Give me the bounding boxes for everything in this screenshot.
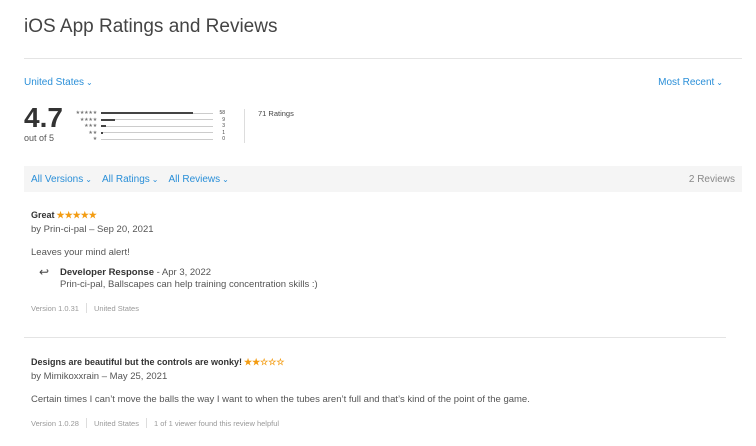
- average-rating: 4.7 out of 5: [24, 102, 63, 144]
- review-byline: by Mimikoxxrain – May 25, 2021: [31, 371, 168, 382]
- histogram-fill: [101, 131, 103, 134]
- histogram-stars: ★★★★: [79, 116, 97, 123]
- histogram-fill: [101, 112, 193, 114]
- review-title-row: Designs are beautiful but the controls a…: [31, 357, 726, 368]
- chevron-down-icon: ⌄: [85, 174, 92, 184]
- review-count: 2 Reviews: [688, 173, 735, 185]
- chevron-down-icon: ⌄: [151, 174, 159, 184]
- histogram-count: 58: [219, 110, 225, 116]
- sort-select[interactable]: Most Recent ⌄: [658, 77, 723, 88]
- histogram-count: 1: [222, 129, 225, 136]
- page-title: iOS App Ratings and Reviews: [24, 16, 278, 37]
- histogram-stars: ★★: [88, 129, 97, 136]
- histogram-row: ★★★ 3: [65, 123, 225, 129]
- filter-ratings[interactable]: All Ratings ⌄: [102, 174, 159, 185]
- meta-separator: [85, 303, 87, 313]
- histogram-bar: [101, 131, 213, 134]
- histogram-count: 0: [222, 136, 225, 142]
- developer-response-label: Developer Response: [60, 267, 154, 278]
- country-select-label: United States: [24, 77, 85, 88]
- filter-versions[interactable]: All Versions ⌄: [31, 174, 92, 185]
- developer-response-date: - Apr 3, 2022: [153, 267, 212, 278]
- filter-reviews[interactable]: All Reviews ⌄: [168, 174, 228, 185]
- review-title: Designs are beautiful but the controls a…: [31, 357, 243, 367]
- rating-histogram: ★★★★★ 58 ★★★★ 9 ★★★ 3 ★★ 1 ★ 0: [65, 110, 225, 143]
- chevron-down-icon: ⌄: [222, 174, 229, 184]
- review-title: Great: [31, 210, 55, 220]
- developer-response-header: Developer Response - Apr 3, 2022: [60, 267, 726, 278]
- filter-reviews-label: All Reviews: [168, 173, 221, 185]
- histogram-stars: ★: [92, 136, 97, 142]
- histogram-bar: [101, 138, 213, 140]
- review-country: United States: [93, 303, 139, 313]
- review-country: United States: [93, 418, 139, 428]
- meta-separator: [145, 418, 147, 428]
- review-version: Version 1.0.28: [31, 418, 79, 428]
- histogram-row: ★ 0: [65, 136, 225, 142]
- ratings-divider: [244, 109, 245, 143]
- histogram-bar: [101, 125, 213, 127]
- filter-bar: All Versions ⌄ All Ratings ⌄ All Reviews ⌄ …: [24, 166, 742, 192]
- histogram-count: 3: [222, 123, 225, 129]
- developer-response: ↩ Developer Response - Apr 3, 2022 Prin-…: [31, 265, 726, 290]
- reply-icon: ↩: [39, 265, 50, 279]
- review-item: Designs are beautiful but the controls a…: [31, 357, 726, 428]
- histogram-fill: [101, 118, 116, 121]
- average-rating-scale: out of 5: [24, 133, 55, 143]
- ratings-count: 71 Ratings: [258, 109, 294, 118]
- review-body: Leaves your mind alert!: [31, 247, 130, 258]
- review-title-row: Great ★★★★★: [31, 210, 726, 221]
- chevron-down-icon: ⌄: [716, 78, 723, 87]
- star-rating-icon: ★★☆☆☆: [244, 357, 285, 367]
- filter-versions-label: All Versions: [31, 173, 84, 185]
- histogram-fill: [101, 125, 106, 127]
- review-body: Certain times I can’t move the balls the…: [31, 394, 530, 405]
- histogram-row: ★★★★★ 58: [65, 110, 225, 116]
- histogram-row: ★★ 1: [65, 130, 225, 136]
- review-byline: by Prin-ci-pal – Sep 20, 2021: [31, 224, 154, 235]
- chevron-down-icon: ⌄: [86, 78, 93, 87]
- review-divider: [24, 337, 726, 338]
- star-rating-icon: ★★★★★: [56, 210, 97, 220]
- histogram-stars: ★★★: [84, 123, 97, 129]
- review-meta: Version 1.0.28 United States 1 of 1 view…: [31, 418, 726, 428]
- review-helpful: 1 of 1 viewer found this review helpful: [153, 418, 280, 428]
- header-divider: [24, 58, 742, 59]
- histogram-bar: [101, 118, 213, 121]
- histogram-bar: [101, 112, 213, 114]
- review-item: Great ★★★★★ by Prin-ci-pal – Sep 20, 2021…: [31, 210, 726, 313]
- histogram-row: ★★★★ 9: [65, 117, 225, 123]
- sort-select-label: Most Recent: [658, 77, 715, 88]
- country-select[interactable]: United States ⌄: [24, 77, 93, 88]
- review-meta: Version 1.0.31 United States: [31, 303, 726, 313]
- histogram-stars: ★★★★★: [75, 110, 98, 116]
- meta-separator: [85, 418, 87, 428]
- review-version: Version 1.0.31: [31, 303, 79, 313]
- average-rating-value: 4.7: [24, 102, 63, 133]
- developer-response-text: Prin-ci-pal, Ballscapes can help trainin…: [60, 279, 318, 290]
- filter-ratings-label: All Ratings: [101, 173, 150, 185]
- histogram-count: 9: [222, 116, 225, 123]
